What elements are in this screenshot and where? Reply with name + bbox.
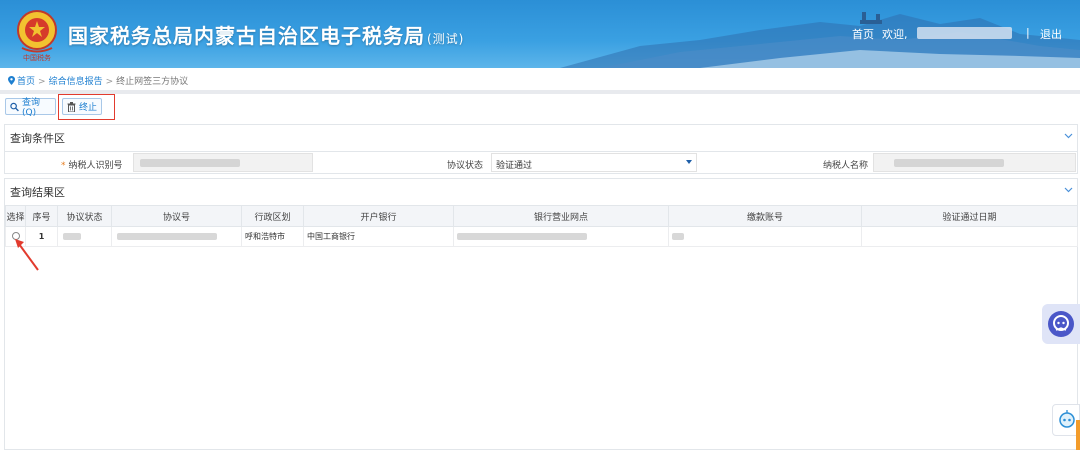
highlight-annotation-box xyxy=(58,94,115,120)
conditions-section-title: 查询条件区 xyxy=(10,132,65,145)
chevron-down-icon[interactable] xyxy=(1064,187,1073,193)
tax-emblem-icon: 中国税务 xyxy=(17,10,57,62)
table-row[interactable]: 1 呼和浩特市 中国工商银行 xyxy=(5,226,1078,247)
col-header: 银行营业网点 xyxy=(453,205,669,227)
taxpayer-id-field[interactable] xyxy=(133,153,313,172)
agreement-no-cell xyxy=(111,226,242,247)
red-arrow-annotation xyxy=(15,239,39,271)
account-cell xyxy=(668,226,862,247)
col-header: 协议状态 xyxy=(57,205,112,227)
masked-value xyxy=(117,233,217,240)
header-welcome-text: 欢迎, xyxy=(882,28,908,41)
breadcrumb-current: 终止网签三方协议 xyxy=(116,77,189,87)
svg-text:中国税务: 中国税务 xyxy=(23,53,51,62)
chat-icon xyxy=(1048,311,1074,337)
query-results-panel: 查询结果区 选择 序号 协议状态 协议号 行政区划 开户银行 银行营业网点 缴款… xyxy=(4,178,1078,450)
table-header-row: 选择 序号 协议状态 协议号 行政区划 开户银行 银行营业网点 缴款账号 验证通… xyxy=(5,205,1078,227)
results-section-title: 查询结果区 xyxy=(10,186,65,199)
query-conditions-panel: 查询条件区 * 纳税人识别号 协议状态 验证通过 纳税人名称 xyxy=(4,124,1078,174)
col-header: 缴款账号 xyxy=(668,205,862,227)
divider-band xyxy=(0,90,1080,94)
breadcrumb: 首页 > 综合信息报告 > 终止网签三方协议 xyxy=(8,74,188,87)
status-select[interactable]: 验证通过 xyxy=(491,153,697,172)
col-header: 行政区划 xyxy=(241,205,304,227)
status-label: 协议状态 xyxy=(447,161,484,171)
location-pin-icon xyxy=(8,76,15,85)
masked-username xyxy=(917,27,1012,39)
masked-value xyxy=(140,159,240,167)
header-separator: | xyxy=(1026,26,1030,39)
region-cell: 呼和浩特市 xyxy=(241,226,304,247)
taxpayer-id-label-text: 纳税人识别号 xyxy=(68,161,123,171)
masked-value xyxy=(894,159,1004,167)
status-select-value: 验证通过 xyxy=(496,161,533,171)
taxpayer-name-label: 纳税人名称 xyxy=(823,161,869,171)
scroll-indicator[interactable] xyxy=(1076,420,1080,450)
bank-cell: 中国工商银行 xyxy=(303,226,454,247)
col-header: 验证通过日期 xyxy=(861,205,1078,227)
app-title: 国家税务总局内蒙古自治区电子税务局 (测试) xyxy=(68,20,464,49)
query-button-label: 查询(Q) xyxy=(22,98,41,118)
col-header: 开户银行 xyxy=(303,205,454,227)
online-service-widget[interactable] xyxy=(1042,304,1080,344)
header-home-link[interactable]: 首页 xyxy=(852,26,874,42)
caret-down-icon xyxy=(686,160,692,164)
breadcrumb-home[interactable]: 首页 xyxy=(17,77,35,87)
masked-value xyxy=(457,233,587,240)
results-table: 选择 序号 协议状态 协议号 行政区划 开户银行 银行营业网点 缴款账号 验证通… xyxy=(5,205,1078,247)
required-mark: * xyxy=(61,161,66,171)
taxpayer-name-field[interactable] xyxy=(873,153,1076,172)
logout-link[interactable]: 退出 xyxy=(1040,26,1062,42)
status-cell xyxy=(57,226,112,247)
branch-cell xyxy=(453,226,669,247)
masked-value xyxy=(672,233,684,240)
app-header: 中国税务 国家税务总局内蒙古自治区电子税务局 (测试) 首页 欢迎, | 退出 xyxy=(0,0,1080,68)
app-title-text: 国家税务总局内蒙古自治区电子税务局 xyxy=(68,24,425,48)
search-icon xyxy=(10,102,19,111)
breadcrumb-sep: > xyxy=(105,77,114,87)
col-header: 序号 xyxy=(25,205,58,227)
chevron-down-icon[interactable] xyxy=(1064,133,1073,139)
verify-date-cell xyxy=(861,226,1078,247)
breadcrumb-level2[interactable]: 综合信息报告 xyxy=(49,77,103,87)
query-button[interactable]: 查询(Q) xyxy=(5,98,56,118)
conditions-row: * 纳税人识别号 协议状态 验证通过 纳税人名称 xyxy=(5,151,1077,173)
taxpayer-id-label: * 纳税人识别号 xyxy=(61,158,123,171)
col-header: 协议号 xyxy=(111,205,242,227)
masked-value xyxy=(63,233,81,240)
col-header: 选择 xyxy=(5,205,26,227)
app-title-suffix: (测试) xyxy=(427,32,465,46)
breadcrumb-sep: > xyxy=(38,77,46,87)
